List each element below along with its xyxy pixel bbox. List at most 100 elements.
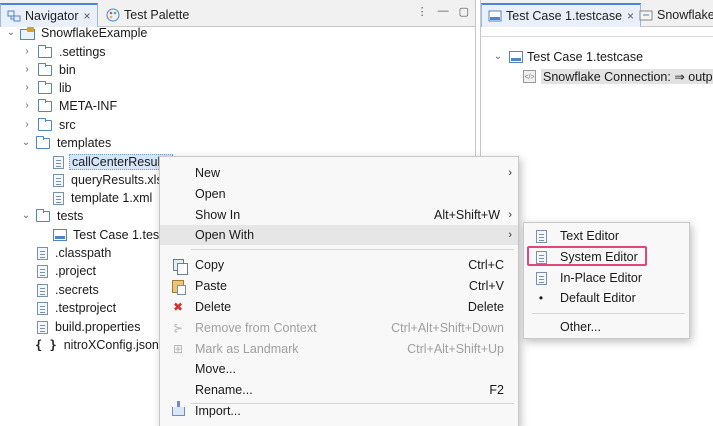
editor-tabbar: Test Case 1.testcase × SnowflakeC — [481, 0, 713, 27]
tab-testcase-editor[interactable]: Test Case 1.testcase × — [481, 3, 642, 27]
tab-test-palette-label: Test Palette — [124, 8, 190, 22]
tree-row-templates[interactable]: ⌄ templates — [21, 134, 113, 152]
menu-item-delete[interactable]: ✖ Delete Delete — [160, 297, 518, 317]
menu-separator — [532, 313, 685, 314]
tab-navigator-label: Navigator — [25, 9, 79, 23]
tree-label: build.properties — [55, 320, 141, 334]
navigator-icon — [7, 9, 21, 23]
submenu-item-in-place-editor[interactable]: In-Place Editor — [524, 268, 689, 288]
menu-item-new[interactable]: New › — [160, 163, 518, 183]
tree-row-meta-inf[interactable]: › META-INF — [22, 97, 119, 115]
menu-item-label: Copy — [195, 258, 225, 272]
tree-label: lib — [59, 81, 72, 95]
testcase-icon — [488, 9, 502, 23]
tree-row-settings[interactable]: › .settings — [22, 43, 108, 61]
file-icon — [53, 173, 64, 187]
collapse-chevron-icon[interactable]: › — [22, 101, 32, 111]
menu-item-label: Text Editor — [560, 229, 620, 243]
menu-item-copy[interactable]: Copy Ctrl+C — [160, 255, 518, 275]
tree-label: .classpath — [55, 246, 112, 260]
tree-row-tests[interactable]: ⌄ tests — [21, 207, 85, 225]
testcase-icon — [53, 229, 67, 241]
menu-item-label: Other... — [560, 320, 601, 334]
tab-snowflake-connection[interactable]: SnowflakeC — [633, 3, 713, 27]
tree-row-testproject[interactable]: .testproject — [37, 299, 118, 317]
delete-icon: ✖ — [172, 300, 184, 314]
minimize-icon[interactable]: — — [438, 5, 449, 18]
menu-item-shortcut: F2 — [489, 383, 504, 397]
collapse-chevron-icon[interactable]: › — [22, 83, 32, 93]
tree-label: callCenterResults — [69, 154, 173, 170]
collapse-chevron-icon[interactable]: › — [22, 120, 32, 130]
system-editor-highlight — [527, 246, 647, 266]
menu-item-rename[interactable]: Rename... F2 — [160, 380, 518, 400]
menu-item-label: New — [195, 166, 221, 180]
tree-row-template1[interactable]: template 1.xml — [53, 189, 154, 207]
tree-label: templates — [57, 136, 112, 150]
editor-separator — [481, 36, 713, 37]
project-label: SnowflakeExample — [41, 26, 148, 40]
menu-item-label: Show In — [195, 208, 241, 222]
expand-chevron-icon[interactable]: ⌄ — [21, 138, 31, 148]
tree-label: nitroXConfig.json — [63, 338, 159, 352]
tree-row-project[interactable]: ⌄ SnowflakeExample — [6, 24, 149, 42]
folder-icon — [38, 80, 52, 94]
outline-connection-step[interactable]: Snowflake Connection: ⇒ output — [523, 67, 713, 85]
view-menu-icon[interactable]: ⋮ — [417, 5, 428, 18]
menu-item-open[interactable]: Open — [160, 184, 518, 204]
menu-item-move[interactable]: Move... — [160, 359, 518, 379]
menu-item-paste[interactable]: Paste Ctrl+V — [160, 276, 518, 296]
menu-item-show-in[interactable]: Show In Alt+Shift+W › — [160, 205, 518, 225]
menu-item-shortcut: Ctrl+V — [468, 279, 504, 293]
import-icon — [171, 400, 185, 418]
tree-label: .settings — [59, 45, 106, 59]
tree-row-queryresults[interactable]: queryResults.xlsx — [53, 171, 171, 189]
menu-item-label: Delete — [195, 300, 232, 314]
submenu-item-default-editor[interactable]: • Default Editor — [524, 288, 689, 308]
tree-label: .secrets — [55, 283, 99, 297]
outline-root[interactable]: ⌄ Test Case 1.testcase — [493, 48, 643, 66]
file-icon — [37, 264, 48, 278]
selected-bullet-icon: • — [538, 291, 544, 305]
menu-item-shortcut: Delete — [467, 300, 504, 314]
expand-chevron-icon[interactable]: ⌄ — [21, 211, 31, 221]
open-with-submenu: Text Editor System Editor In-Place Edito… — [523, 222, 690, 339]
tree-row-nitroxconfig[interactable]: { } nitroXConfig.json — [35, 336, 161, 354]
menu-item-mark-as-landmark[interactable]: ⊞ Mark as Landmark Ctrl+Alt+Shift+Up — [160, 339, 518, 359]
file-icon — [37, 283, 48, 297]
outline-connection-label: Snowflake Connection: ⇒ output — [541, 68, 713, 84]
menu-item-shortcut: Ctrl+Alt+Shift+Down — [391, 321, 504, 335]
tab-navigator-close-icon[interactable]: × — [84, 9, 91, 23]
menu-item-remove-from-context[interactable]: ⊱ Remove from Context Ctrl+Alt+Shift+Dow… — [160, 318, 518, 338]
menu-item-shortcut: Ctrl+C — [468, 258, 504, 272]
menu-item-open-with[interactable]: Open With › — [160, 225, 518, 245]
submenu-arrow-icon: › — [508, 209, 512, 221]
submenu-item-text-editor[interactable]: Text Editor — [524, 226, 689, 246]
menu-separator — [191, 249, 514, 250]
tree-label: template 1.xml — [71, 191, 153, 205]
tree-row-classpath[interactable]: .classpath — [37, 244, 113, 262]
tree-row-project-file[interactable]: .project — [37, 262, 98, 280]
maximize-icon[interactable]: ▢ — [459, 5, 469, 18]
collapse-chevron-icon[interactable]: › — [22, 65, 32, 75]
tree-row-build-properties[interactable]: build.properties — [37, 318, 142, 336]
menu-item-label: Import... — [195, 404, 241, 418]
tree-row-bin[interactable]: › bin — [22, 61, 78, 79]
menu-item-import[interactable]: Import... — [160, 400, 518, 421]
file-icon — [37, 320, 48, 334]
expand-chevron-icon[interactable]: ⌄ — [6, 28, 16, 38]
tree-label: .project — [55, 264, 96, 278]
menu-item-label: Open — [195, 187, 226, 201]
tree-row-callcenterresults[interactable]: callCenterResults — [53, 153, 173, 171]
folder-icon — [38, 62, 52, 76]
tree-row-secrets[interactable]: .secrets — [37, 281, 101, 299]
tree-row-lib[interactable]: › lib — [22, 79, 74, 97]
expand-chevron-icon[interactable]: ⌄ — [493, 52, 503, 62]
submenu-item-other[interactable]: Other... — [524, 317, 689, 337]
copy-icon — [171, 258, 188, 275]
tree-label: src — [59, 118, 76, 132]
folder-icon — [38, 117, 52, 131]
tab-testcase-label: Test Case 1.testcase — [506, 9, 623, 23]
tree-row-src[interactable]: › src — [22, 116, 78, 134]
collapse-chevron-icon[interactable]: › — [22, 47, 32, 57]
